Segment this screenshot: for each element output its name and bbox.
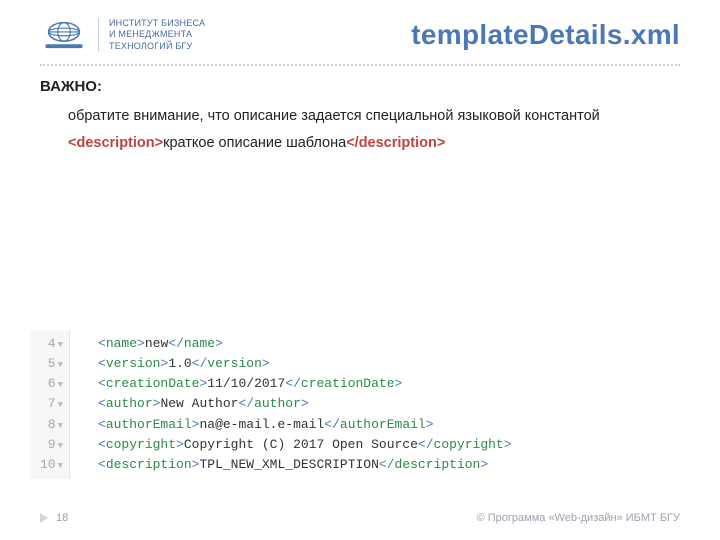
code-line: <creationDate>11/10/2017</creationDate> [98,374,512,394]
line-number: 6▼ [40,374,63,394]
brand-text: ИНСТИТУТ БИЗНЕСА И МЕНЕДЖМЕНТА ТЕХНОЛОГИ… [98,18,205,52]
line-number: 4▼ [40,334,63,354]
code-body: <name>new</name><version>1.0</version><c… [70,330,512,479]
code-line: <version>1.0</version> [98,354,512,374]
line-number: 8▼ [40,415,63,435]
description-example: <description>краткое описание шаблона</d… [40,135,680,151]
important-label: ВАЖНО: [40,78,680,95]
tag-text: краткое описание шаблона [163,135,346,151]
slide-title: templateDetails.xml [411,19,680,51]
code-line: <copyright>Copyright (C) 2017 Open Sourc… [98,435,512,455]
slide-header: ИНСТИТУТ БИЗНЕСА И МЕНЕДЖМЕНТА ТЕХНОЛОГИ… [0,0,720,60]
code-line: <author>New Author</author> [98,394,512,414]
line-number: 7▼ [40,394,63,414]
code-line: <authorEmail>na@e-mail.e-mail</authorEma… [98,415,512,435]
code-snippet: 4▼5▼6▼7▼8▼9▼10▼ <name>new</name><version… [30,330,680,479]
brand: ИНСТИТУТ БИЗНЕСА И МЕНЕДЖМЕНТА ТЕХНОЛОГИ… [40,18,205,52]
slide-footer: 18 © Программа «Web-дизайн» ИБМТ БГУ [40,512,680,524]
triangle-icon [40,513,48,523]
page-number: 18 [56,512,68,524]
brand-line-3: ТЕХНОЛОГИЙ БГУ [109,41,205,52]
slide-body: ВАЖНО: обратите внимание, что описание з… [0,66,720,151]
body-paragraph: обратите внимание, что описание задается… [40,105,680,127]
brand-line-1: ИНСТИТУТ БИЗНЕСА [109,18,205,29]
line-number: 5▼ [40,354,63,374]
globe-logo-icon [40,18,88,52]
code-line: <name>new</name> [98,334,512,354]
line-number: 10▼ [40,455,63,475]
footer-copyright: © Программа «Web-дизайн» ИБМТ БГУ [477,512,680,524]
line-number: 9▼ [40,435,63,455]
page-number-wrap: 18 [40,512,68,524]
code-line: <description>TPL_NEW_XML_DESCRIPTION</de… [98,455,512,475]
tag-close: </description> [346,135,445,151]
code-gutter: 4▼5▼6▼7▼8▼9▼10▼ [30,330,70,479]
tag-open: <description> [68,135,163,151]
brand-line-2: И МЕНЕДЖМЕНТА [109,29,205,40]
